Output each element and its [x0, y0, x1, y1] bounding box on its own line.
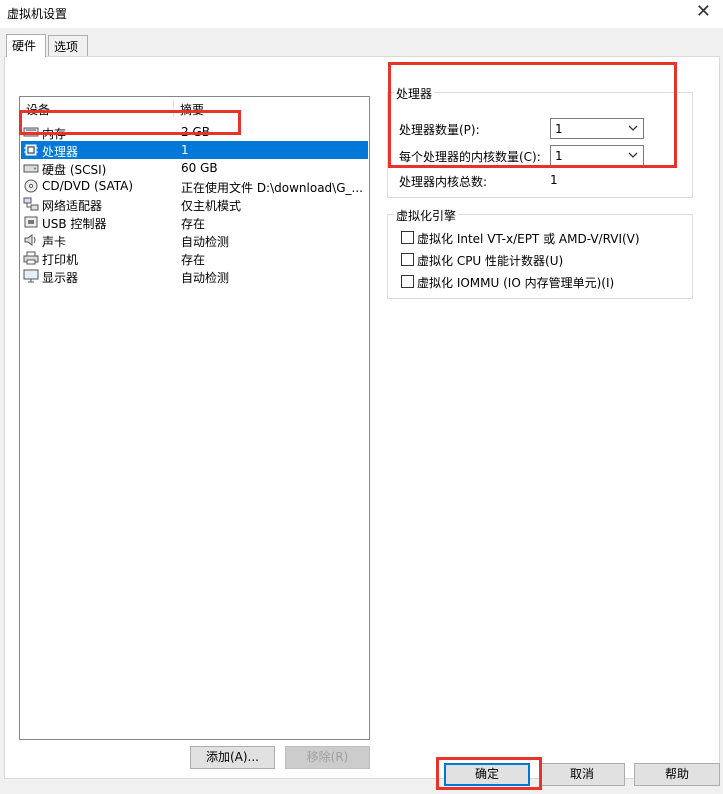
tab-hardware[interactable]: 硬件: [6, 34, 46, 57]
device-row-sound-card[interactable]: 声卡 自动检测: [21, 231, 368, 249]
monitor-icon: [23, 269, 39, 283]
device-name: 显示器: [42, 271, 79, 285]
device-summary: 自动检测: [181, 271, 230, 285]
device-summary: 2 GB: [181, 125, 210, 139]
device-name: 声卡: [42, 235, 67, 249]
window-title: 虚拟机设置: [7, 7, 68, 21]
device-name: CD/DVD (SATA): [42, 179, 134, 193]
title-bar: 虚拟机设置 ✕: [0, 0, 723, 28]
device-row-hard-disk[interactable]: 硬盘 (SCSI) 60 GB: [21, 159, 368, 177]
virtualize-cpu-counters-label[interactable]: 虚拟化 CPU 性能计数器(U): [417, 252, 563, 269]
device-summary: 正在使用文件 D:\download\G_...: [181, 181, 363, 195]
device-name: 网络适配器: [42, 199, 103, 213]
processor-count-label: 处理器数量(P):: [399, 123, 480, 137]
help-button[interactable]: 帮助: [634, 763, 720, 786]
close-icon[interactable]: ✕: [696, 2, 711, 22]
device-name: 硬盘 (SCSI): [42, 163, 107, 177]
total-cores-value: 1: [550, 173, 558, 187]
cores-per-processor-select[interactable]: 1: [550, 145, 644, 166]
device-list[interactable]: 设备 摘要 内存 2 GB 处理器 1 硬盘 (SCSI) 60 GB CD/D…: [19, 96, 370, 740]
memory-icon: [23, 127, 39, 137]
printer-icon: [23, 251, 39, 265]
column-header-device[interactable]: 设备: [26, 101, 50, 118]
virtualization-group-title: 虚拟化引擎: [394, 207, 459, 224]
processor-count-select[interactable]: 1: [550, 118, 644, 139]
cd-dvd-icon: [24, 179, 38, 193]
device-list-header: 设备 摘要: [20, 97, 369, 117]
device-row-processor[interactable]: 处理器 1: [21, 141, 368, 159]
total-cores-label: 处理器内核总数:: [399, 175, 488, 189]
processor-group: 处理器 处理器数量(P): 1 每个处理器的内核数量(C): 1 处理器内核总数…: [387, 85, 693, 198]
chevron-down-icon: [628, 125, 638, 131]
virtualization-engine-group: 虚拟化引擎 虚拟化 Intel VT-x/EPT 或 AMD-V/RVI(V) …: [387, 207, 693, 299]
remove-hardware-button[interactable]: 移除(R): [285, 746, 370, 769]
processor-count-value: 1: [555, 122, 563, 136]
usb-icon: [24, 216, 38, 228]
device-name: 打印机: [42, 253, 79, 267]
ok-button[interactable]: 确定: [444, 763, 530, 786]
virtualize-iommu-label[interactable]: 虚拟化 IOMMU (IO 内存管理单元)(I): [417, 274, 614, 291]
device-summary: 自动检测: [181, 235, 230, 249]
device-row-memory[interactable]: 内存 2 GB: [21, 123, 368, 141]
virtualize-iommu-checkbox[interactable]: [401, 275, 414, 288]
column-divider: [173, 99, 174, 117]
dialog-client: 硬件 选项 设备 摘要 内存 2 GB 处理器 1 硬盘 (SCSI) 60 G…: [0, 28, 723, 794]
device-summary: 仅主机模式: [181, 199, 242, 213]
network-adapter-icon: [23, 197, 39, 211]
virtualize-vtx-label[interactable]: 虚拟化 Intel VT-x/EPT 或 AMD-V/RVI(V): [417, 230, 640, 247]
device-row-display[interactable]: 显示器 自动检测: [21, 267, 368, 285]
device-name: USB 控制器: [42, 217, 107, 231]
add-hardware-button[interactable]: 添加(A)...: [190, 746, 275, 769]
processor-icon: [24, 144, 38, 156]
device-name: 内存: [42, 127, 67, 141]
chevron-down-icon: [628, 152, 638, 158]
processor-group-title: 处理器: [394, 85, 435, 102]
cores-per-processor-label: 每个处理器的内核数量(C):: [399, 150, 541, 164]
cancel-button[interactable]: 取消: [539, 763, 625, 786]
hard-disk-icon: [23, 164, 39, 173]
device-summary: 1: [181, 143, 189, 157]
device-row-usb-controller[interactable]: USB 控制器 存在: [21, 213, 368, 231]
virtualize-cpu-counters-checkbox[interactable]: [401, 253, 414, 266]
device-summary: 存在: [181, 253, 206, 267]
tab-options[interactable]: 选项: [48, 35, 88, 56]
column-header-summary[interactable]: 摘要: [180, 101, 204, 118]
device-row-printer[interactable]: 打印机 存在: [21, 249, 368, 267]
virtualize-vtx-checkbox[interactable]: [401, 231, 414, 244]
cores-per-processor-value: 1: [555, 149, 563, 163]
device-row-cd-dvd[interactable]: CD/DVD (SATA) 正在使用文件 D:\download\G_...: [21, 177, 368, 195]
device-row-network-adapter[interactable]: 网络适配器 仅主机模式: [21, 195, 368, 213]
tab-panel: 设备 摘要 内存 2 GB 处理器 1 硬盘 (SCSI) 60 GB CD/D…: [4, 56, 720, 779]
device-name: 处理器: [42, 145, 79, 159]
device-summary: 60 GB: [181, 161, 218, 175]
device-summary: 存在: [181, 217, 206, 231]
speaker-icon: [24, 234, 36, 246]
